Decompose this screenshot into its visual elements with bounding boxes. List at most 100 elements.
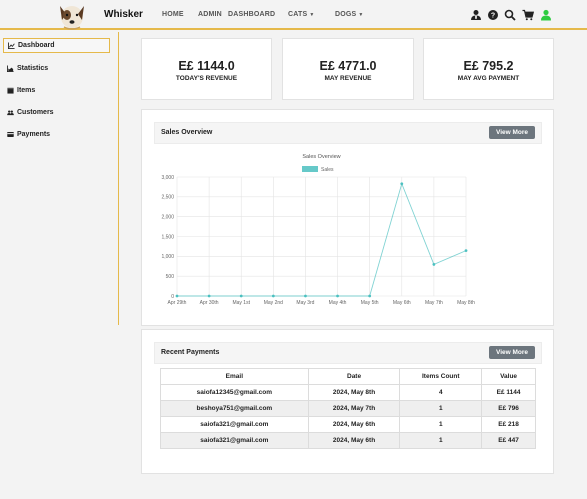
table-row[interactable]: saiofa12345@gmail.com 2024, May 8th 4 E£… <box>160 384 536 401</box>
recent-payments-header: Recent Payments View More <box>154 342 542 364</box>
x-tick-label: Apr 30th <box>200 300 219 306</box>
table-row[interactable]: saiofa321@gmail.com 2024, May 6th 1 E£ 2… <box>160 416 536 433</box>
chart-title: Sales Overview <box>302 154 340 160</box>
cart-icon[interactable] <box>522 9 534 21</box>
section-title: Recent Payments <box>161 349 220 356</box>
x-tick-label: May 2nd <box>264 300 283 306</box>
caret-down-icon: ▼ <box>358 12 364 18</box>
stat-label: TODAY'S REVENUE <box>175 75 238 82</box>
nav-dashboard[interactable]: DASHBOARD <box>228 11 275 18</box>
stat-label: MAY REVENUE <box>324 75 372 82</box>
cell-email: saiofa321@gmail.com <box>160 416 309 433</box>
stat-card-avg-payment: E£ 795.2 MAY AVG PAYMENT <box>423 38 554 100</box>
column-header-email[interactable]: Email <box>160 368 309 385</box>
cell-date: 2024, May 7th <box>307 400 401 417</box>
y-tick-label: 2,000 <box>161 214 174 220</box>
cell-items-count: 1 <box>399 416 483 433</box>
dog-logo-icon[interactable] <box>54 0 90 30</box>
stat-value: E£ 795.2 <box>463 59 514 73</box>
table-header-row: Email Date Items Count Value <box>160 368 536 385</box>
y-tick-label: 3,000 <box>161 175 174 181</box>
column-header-items-count[interactable]: Items Count <box>399 368 483 385</box>
stat-label: MAY AVG PAYMENT <box>457 75 520 82</box>
nav-dogs-dropdown[interactable]: DOGS ▼ <box>335 11 364 18</box>
chart-area-icon <box>7 65 14 72</box>
cell-items-count: 1 <box>399 432 483 449</box>
column-header-date[interactable]: Date <box>307 368 401 385</box>
stat-card-month-revenue: E£ 4771.0 MAY REVENUE <box>282 38 414 100</box>
x-tick-label: May 7th <box>425 300 443 306</box>
sidebar-item-customers[interactable]: Customers <box>3 105 110 120</box>
sidebar-item-label: Payments <box>17 131 51 138</box>
data-point <box>271 294 275 298</box>
brand-name[interactable]: Whisker <box>104 9 143 20</box>
cell-date: 2024, May 6th <box>307 432 401 449</box>
y-tick-label: 0 <box>171 294 174 300</box>
data-point <box>207 294 211 298</box>
stat-value: E£ 1144.0 <box>178 59 235 73</box>
sidebar-item-dashboard[interactable]: Dashboard <box>3 38 110 53</box>
chart-line-icon <box>8 42 15 49</box>
sales-line-chart: Sales Overview Sales 0 500 1,000 1,500 2,000 2,… <box>161 154 475 306</box>
data-point <box>464 249 468 253</box>
y-tick-label: 500 <box>166 274 175 280</box>
nav-admin[interactable]: ADMIN <box>198 11 222 18</box>
sidebar-item-label: Statistics <box>17 65 49 72</box>
data-point <box>304 294 307 298</box>
payments-table: Email Date Items Count Value saiofa12345… <box>160 368 536 449</box>
sidebar-item-label: Customers <box>17 109 54 116</box>
x-tick-label: May 3rd <box>296 300 314 306</box>
stat-value: E£ 4771.0 <box>319 59 377 73</box>
caret-down-icon: ▼ <box>309 12 315 18</box>
admin-user-icon[interactable] <box>470 9 482 21</box>
legend-swatch <box>302 166 318 172</box>
nav-home[interactable]: HOME <box>162 11 184 18</box>
box-icon <box>7 87 14 94</box>
sidebar-item-label: Items <box>17 87 36 94</box>
cell-value: E£ 218 <box>481 416 536 433</box>
data-point <box>175 294 179 298</box>
x-tick-label: May 6th <box>393 300 411 306</box>
data-point <box>239 294 243 298</box>
x-tick-label: May 1st <box>232 300 250 306</box>
sidebar-item-payments[interactable]: Payments <box>3 127 110 142</box>
legend-label: Sales <box>321 167 334 173</box>
data-point <box>432 263 436 266</box>
stat-card-today-revenue: E£ 1144.0 TODAY'S REVENUE <box>141 38 272 100</box>
x-tick-label: May 4th <box>329 300 347 306</box>
cell-email: saiofa12345@gmail.com <box>160 384 309 401</box>
users-icon <box>7 110 14 116</box>
nav-cats-dropdown[interactable]: CATS ▼ <box>288 11 315 18</box>
data-point <box>336 294 339 298</box>
top-navbar: Whisker HOME ADMIN DASHBOARD CATS ▼ DOGS ▼… <box>0 0 587 30</box>
series-line-sales <box>177 182 467 297</box>
table-row[interactable]: beshoya751@gmail.com 2024, May 7th 1 E£ … <box>160 400 536 417</box>
credit-card-icon <box>7 132 14 137</box>
sidebar-item-label: Dashboard <box>18 42 55 49</box>
data-point <box>400 182 404 186</box>
cell-value: E£ 796 <box>481 400 536 417</box>
column-header-value[interactable]: Value <box>481 368 536 385</box>
x-tick-label: May 5th <box>361 300 379 306</box>
sidebar-item-items[interactable]: Items <box>3 83 110 98</box>
y-tick-label: 1,000 <box>161 254 174 260</box>
sales-view-more-button[interactable]: View More <box>489 126 535 139</box>
data-point <box>368 294 372 298</box>
table-row[interactable]: saiofa321@gmail.com 2024, May 6th 1 E£ 4… <box>160 432 536 449</box>
account-icon[interactable] <box>540 9 552 21</box>
x-tick-label: May 8th <box>457 300 475 306</box>
svg-text:?: ? <box>491 13 495 20</box>
search-icon[interactable] <box>504 9 516 21</box>
payments-view-more-button[interactable]: View More <box>489 346 535 359</box>
y-tick-label: 2,500 <box>161 195 174 201</box>
cell-date: 2024, May 6th <box>307 416 401 433</box>
help-icon[interactable]: ? <box>487 9 499 21</box>
sidebar-item-statistics[interactable]: Statistics <box>3 61 110 76</box>
section-title: Sales Overview <box>161 129 213 136</box>
y-tick-label: 1,500 <box>161 234 174 240</box>
cell-email: saiofa321@gmail.com <box>160 432 309 449</box>
cell-items-count: 1 <box>399 400 483 417</box>
cell-value: E£ 447 <box>481 432 536 449</box>
cell-value: E£ 1144 <box>481 384 536 401</box>
x-tick-label: Apr 29th <box>168 300 187 306</box>
